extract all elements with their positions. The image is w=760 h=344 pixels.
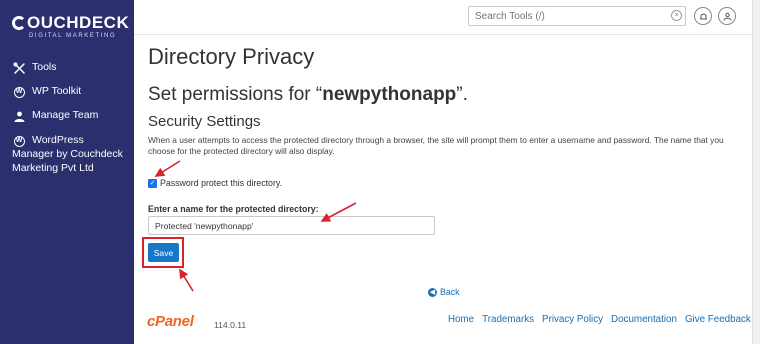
footer-link-give-feedback[interactable]: Give Feedback: [685, 314, 751, 325]
cpanel-version: 114.0.11: [214, 320, 247, 330]
wordpress-icon: W: [12, 85, 26, 99]
sidebar-item-label: Tools: [32, 61, 57, 73]
protected-directory-name-input[interactable]: [148, 216, 435, 235]
sidebar-item-label: Manage Team: [32, 109, 99, 121]
permissions-heading: Set permissions for “newpythonapp”.: [148, 84, 468, 105]
password-protect-option[interactable]: ✓ Password protect this directory.: [148, 178, 282, 188]
sidebar-item-wordpress-manager[interactable]: W WordPress Manager by Couchdeck Marketi…: [12, 134, 130, 175]
wordpress-icon: W: [12, 134, 26, 148]
arrow-to-checkbox-icon: [154, 160, 181, 177]
sidebar-item-manage-team[interactable]: Manage Team: [12, 109, 98, 123]
back-label: Back: [440, 287, 460, 297]
notifications-bell-icon[interactable]: [694, 7, 712, 25]
sidebar-item-tools[interactable]: Tools: [12, 61, 57, 75]
brand-logo[interactable]: OUCHDECK DIGITAL MARKETING: [12, 13, 130, 40]
tools-icon: [12, 61, 26, 75]
team-icon: [12, 109, 26, 123]
sidebar: OUCHDECK DIGITAL MARKETING Tools W WP To…: [0, 0, 134, 344]
sidebar-item-label: WP Toolkit: [32, 85, 82, 97]
sidebar-item-label-rest: Manager by Couchdeck Marketing Pvt Ltd: [12, 148, 123, 174]
clear-search-icon[interactable]: ×: [671, 10, 682, 21]
description-text: When a user attempts to access the prote…: [148, 135, 724, 156]
sidebar-item-label-line1: WordPress: [32, 134, 84, 146]
brand-tagline: DIGITAL MARKETING: [29, 33, 117, 39]
save-button[interactable]: Save: [148, 243, 179, 262]
footer-link-privacy-policy[interactable]: Privacy Policy: [542, 314, 603, 325]
user-account-icon[interactable]: [718, 7, 736, 25]
brand-name: OUCHDECK: [27, 13, 130, 32]
field-label: Enter a name for the protected directory…: [148, 204, 319, 214]
checkbox-label: Password protect this directory.: [160, 178, 283, 188]
footer-link-home[interactable]: Home: [448, 314, 474, 325]
logo-c-icon: [12, 16, 26, 30]
top-bar: ×: [134, 0, 752, 35]
cpanel-logo[interactable]: cPanel: [147, 313, 194, 330]
footer-link-trademarks[interactable]: Trademarks: [482, 314, 534, 325]
section-title: Security Settings: [148, 113, 261, 130]
footer-links: Home Trademarks Privacy Policy Documenta…: [448, 314, 751, 325]
footer-link-documentation[interactable]: Documentation: [611, 314, 677, 325]
back-link[interactable]: ◀ Back: [428, 287, 460, 297]
sidebar-item-wp-toolkit[interactable]: W WP Toolkit: [12, 85, 81, 99]
arrow-to-save-icon: [179, 268, 194, 292]
back-arrow-icon: ◀: [428, 287, 437, 297]
page-title: Directory Privacy: [148, 44, 315, 69]
directory-name: newpythonapp: [322, 84, 457, 105]
search-input[interactable]: [468, 6, 686, 26]
page-scrollbar[interactable]: [752, 0, 760, 344]
password-protect-checkbox[interactable]: ✓: [148, 178, 157, 188]
